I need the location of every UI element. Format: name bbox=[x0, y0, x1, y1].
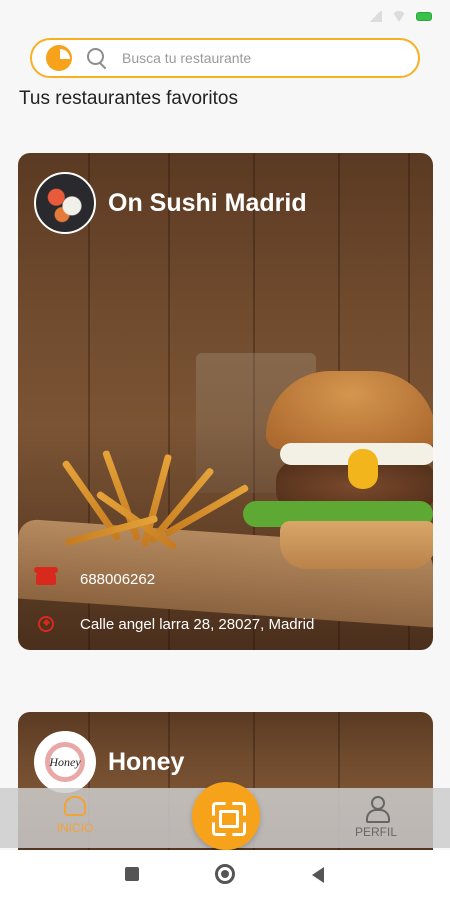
home-button-icon[interactable] bbox=[215, 864, 235, 884]
restaurant-card[interactable]: On Sushi Madrid 688006262 Calle angel la… bbox=[18, 153, 433, 650]
search-bar[interactable] bbox=[30, 38, 420, 78]
phone-icon bbox=[34, 567, 58, 585]
wifi-icon bbox=[392, 11, 406, 22]
app-logo-icon bbox=[46, 45, 72, 71]
profile-icon bbox=[364, 796, 390, 823]
signal-icon bbox=[368, 11, 382, 22]
location-icon bbox=[38, 616, 54, 632]
restaurant-name: Honey bbox=[108, 747, 185, 776]
nav-perfil[interactable]: PERFIL bbox=[336, 796, 416, 839]
restaurant-address[interactable]: Calle angel larra 28, 28027, Madrid bbox=[80, 616, 314, 633]
system-nav-bar bbox=[0, 850, 450, 900]
restaurant-name: On Sushi Madrid bbox=[108, 188, 307, 217]
scan-icon bbox=[212, 802, 240, 830]
search-icon bbox=[86, 47, 108, 69]
honey-logo: Honey bbox=[45, 742, 85, 782]
restaurant-avatar: Honey bbox=[34, 731, 96, 793]
nav-perfil-label: PERFIL bbox=[354, 825, 397, 839]
battery-icon bbox=[416, 12, 432, 21]
honey-logo-text: Honey bbox=[49, 754, 81, 769]
recents-icon[interactable] bbox=[125, 867, 139, 881]
status-icons bbox=[368, 11, 432, 22]
scan-button[interactable] bbox=[192, 782, 260, 850]
status-bar bbox=[0, 0, 450, 34]
home-icon bbox=[64, 796, 86, 816]
phone-row[interactable] bbox=[34, 567, 58, 585]
back-icon[interactable] bbox=[312, 867, 324, 883]
nav-inicio[interactable]: INICIO bbox=[35, 796, 115, 835]
restaurant-phone[interactable]: 688006262 bbox=[80, 571, 155, 588]
search-input[interactable] bbox=[122, 50, 372, 66]
restaurant-avatar bbox=[34, 172, 96, 234]
card-header: On Sushi Madrid bbox=[34, 172, 307, 234]
card-header: Honey Honey bbox=[34, 731, 184, 793]
address-row[interactable] bbox=[36, 616, 54, 632]
nav-inicio-label: INICIO bbox=[56, 821, 94, 835]
section-title: Tus restaurantes favoritos bbox=[19, 88, 238, 109]
